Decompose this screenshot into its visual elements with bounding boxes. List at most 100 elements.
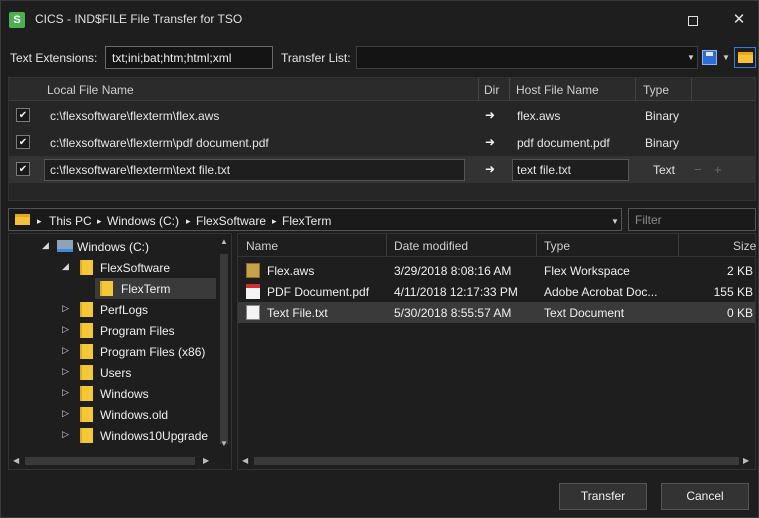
direction-arrow-icon[interactable]: ➜ <box>485 135 495 149</box>
scroll-down-icon[interactable]: ▼ <box>220 439 228 448</box>
text-extensions-input[interactable]: txt;ini;bat;htm;html;xml <box>105 46 273 69</box>
col-name[interactable]: Name <box>246 239 278 253</box>
host-file-name[interactable]: text file.txt <box>517 163 571 177</box>
col-host-file-name[interactable]: Host File Name <box>516 83 599 97</box>
folder-icon <box>15 214 30 225</box>
scroll-thumb[interactable] <box>25 457 195 465</box>
expand-icon[interactable]: ▷ <box>62 408 69 419</box>
file-list-horizontal-scrollbar[interactable]: ◀ ▶ <box>238 453 755 469</box>
transfer-list-dropdown-icon[interactable]: ▼ <box>687 53 695 62</box>
maximize-button[interactable] <box>675 7 711 33</box>
local-file-name: c:\flexsoftware\flexterm\flex.aws <box>50 109 220 123</box>
tree-node-windows10upgrade[interactable]: ▷ Windows10Upgrade <box>9 425 216 446</box>
open-folder-button[interactable] <box>734 47 756 68</box>
local-file-name: c:\flexsoftware\flexterm\pdf document.pd… <box>50 136 269 150</box>
scroll-left-icon[interactable]: ◀ <box>242 456 248 465</box>
expand-icon[interactable]: ▷ <box>62 387 69 398</box>
tree-node-label: FlexTerm <box>121 282 171 296</box>
row-checkbox[interactable]: ✔ <box>16 162 30 176</box>
col-size[interactable]: Size <box>733 239 756 253</box>
scroll-left-icon[interactable]: ◀ <box>13 456 19 465</box>
file-row[interactable]: Flex.aws 3/29/2018 8:08:16 AM Flex Works… <box>238 260 755 281</box>
transfer-list-combo[interactable] <box>356 46 698 69</box>
cancel-button[interactable]: Cancel <box>661 483 749 510</box>
remove-row-icon[interactable]: − <box>694 162 702 177</box>
save-dropdown-icon[interactable]: ▼ <box>722 53 730 62</box>
folder-icon <box>80 386 93 401</box>
save-icon[interactable] <box>702 50 717 65</box>
file-type: Text Document <box>544 306 625 320</box>
tree-node-windows[interactable]: ▷ Windows <box>9 383 216 404</box>
breadcrumb-this-pc[interactable]: This PC <box>49 214 92 228</box>
tree-node-windows-old[interactable]: ▷ Windows.old <box>9 404 216 425</box>
close-button[interactable]: ✕ <box>721 7 757 33</box>
host-file-name: flex.aws <box>517 109 561 123</box>
tree-horizontal-scrollbar[interactable]: ◀ ▶ <box>9 453 231 469</box>
transfer-type: Binary <box>645 136 680 150</box>
collapse-icon[interactable]: ◢ <box>42 240 49 251</box>
file-type: Flex Workspace <box>544 264 630 278</box>
tree-node-flexterm[interactable]: FlexTerm <box>95 278 216 299</box>
tree-node-windows-c[interactable]: ◢ Windows (C:) <box>9 236 216 257</box>
col-date-modified[interactable]: Date modified <box>394 239 468 253</box>
expand-icon[interactable]: ▷ <box>62 429 69 440</box>
col-type[interactable]: Type <box>643 83 669 97</box>
folder-icon <box>80 365 93 380</box>
transfer-row[interactable]: ✔ c:\flexsoftware\flexterm\pdf document.… <box>9 129 755 156</box>
transfer-type[interactable]: Text <box>653 163 675 177</box>
aws-file-icon <box>246 263 260 278</box>
breadcrumb-flexsoftware[interactable]: FlexSoftware <box>196 214 266 228</box>
folder-icon <box>738 52 753 63</box>
col-type[interactable]: Type <box>544 239 570 253</box>
file-row-selected[interactable]: Text File.txt 5/30/2018 8:55:57 AM Text … <box>238 302 755 323</box>
app-icon: S <box>9 12 25 28</box>
local-file-name[interactable]: c:\flexsoftware\flexterm\text file.txt <box>50 163 230 177</box>
direction-arrow-icon[interactable]: ➜ <box>485 162 495 176</box>
file-type: Adobe Acrobat Doc... <box>544 285 658 299</box>
tree-node-perflogs[interactable]: ▷ PerfLogs <box>9 299 216 320</box>
scroll-right-icon[interactable]: ▶ <box>743 456 749 465</box>
transfer-row-selected[interactable]: ✔ c:\flexsoftware\flexterm\text file.txt… <box>9 156 755 183</box>
expand-icon[interactable]: ▷ <box>62 324 69 335</box>
scroll-up-icon[interactable]: ▲ <box>220 237 228 246</box>
file-row[interactable]: PDF Document.pdf 4/11/2018 12:17:33 PM A… <box>238 281 755 302</box>
transfer-type: Binary <box>645 109 680 123</box>
transfer-row[interactable]: ✔ c:\flexsoftware\flexterm\flex.aws ➜ fl… <box>9 102 755 129</box>
tree-node-flexsoftware[interactable]: ◢ FlexSoftware <box>9 257 216 278</box>
scroll-thumb[interactable] <box>220 254 228 444</box>
add-row-icon[interactable]: + <box>714 162 722 177</box>
breadcrumb-sep-icon: ▸ <box>272 216 277 226</box>
row-checkbox[interactable]: ✔ <box>16 108 30 122</box>
breadcrumb-sep-icon: ▸ <box>97 216 102 226</box>
breadcrumb-sep-icon: ▸ <box>186 216 191 226</box>
host-file-name: pdf document.pdf <box>517 136 610 150</box>
tree-node-users[interactable]: ▷ Users <box>9 362 216 383</box>
tree-node-label: Windows.old <box>100 408 169 422</box>
tree-vertical-scrollbar[interactable]: ▲ ▼ <box>216 234 231 453</box>
expand-icon[interactable]: ▷ <box>62 366 69 377</box>
path-dropdown-icon[interactable]: ▼ <box>611 217 619 226</box>
breadcrumb-flexterm[interactable]: FlexTerm <box>282 214 331 228</box>
direction-arrow-icon[interactable]: ➜ <box>485 108 495 122</box>
expand-icon[interactable]: ▷ <box>62 345 69 356</box>
breadcrumb-windows-c[interactable]: Windows (C:) <box>107 214 179 228</box>
tree-node-program-files-x86[interactable]: ▷ Program Files (x86) <box>9 341 216 362</box>
expand-icon[interactable]: ▷ <box>62 303 69 314</box>
scroll-right-icon[interactable]: ▶ <box>203 456 209 465</box>
col-dir[interactable]: Dir <box>484 83 499 97</box>
transfer-table: Local File Name Dir Host File Name Type … <box>8 77 756 201</box>
col-local-file-name[interactable]: Local File Name <box>47 83 134 97</box>
tree-node-label: Windows (C:) <box>77 240 150 254</box>
transfer-button[interactable]: Transfer <box>559 483 647 510</box>
filter-input[interactable]: Filter <box>628 208 756 231</box>
maximize-icon <box>688 16 698 27</box>
tree-node-label: Program Files <box>100 324 175 338</box>
row-checkbox[interactable]: ✔ <box>16 135 30 149</box>
tree-node-program-files[interactable]: ▷ Program Files <box>9 320 216 341</box>
breadcrumb[interactable]: ▸ This PC ▸ Windows (C:) ▸ FlexSoftware … <box>8 208 622 231</box>
collapse-icon[interactable]: ◢ <box>62 261 69 272</box>
folder-icon <box>80 260 93 275</box>
scroll-thumb[interactable] <box>254 457 739 465</box>
folder-icon <box>100 281 113 296</box>
tree-node-label: Program Files (x86) <box>100 345 206 359</box>
